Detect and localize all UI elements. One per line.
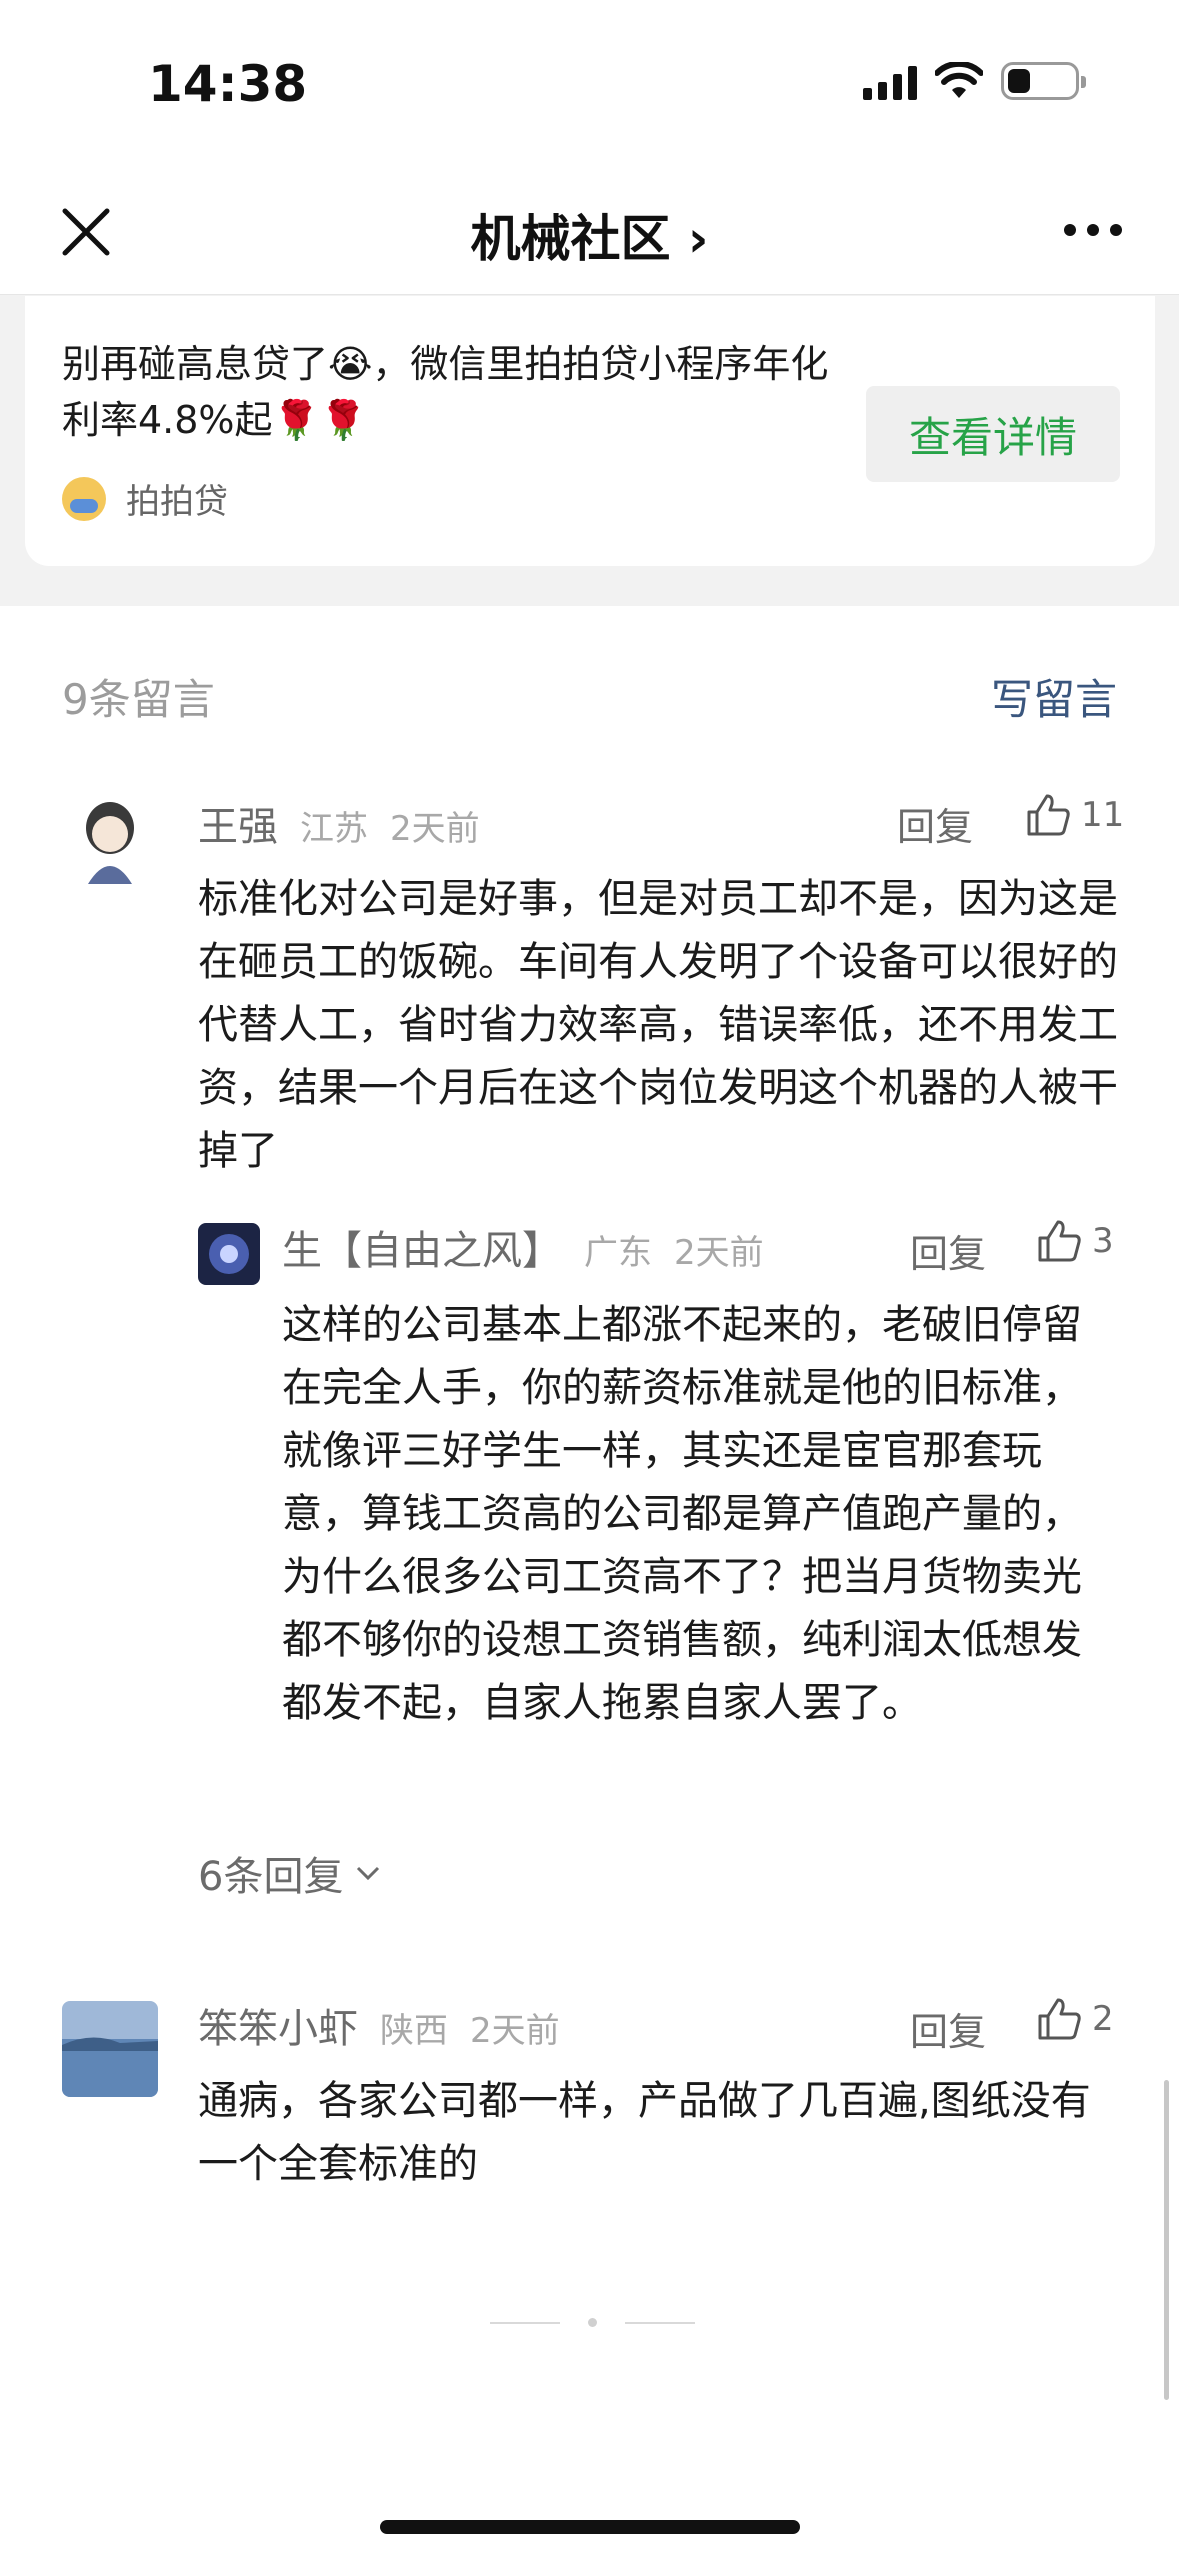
like-count: 11 xyxy=(1081,795,1125,835)
nav-bar: 机械社区 › xyxy=(0,175,1179,295)
wifi-icon xyxy=(935,62,983,98)
comment-author[interactable]: 笨笨小虾 xyxy=(198,1996,358,2054)
comment-text: 标准化对公司是好事，但是对员工却不是，因为这是在砸员工的饭碗。车间有人发明了个设… xyxy=(198,876,1118,1174)
write-comment-button[interactable]: 写留言 xyxy=(991,666,1117,727)
comment-location: 广东 xyxy=(584,1233,652,1273)
like-button[interactable]: 2 xyxy=(1036,1996,1114,2042)
ad-card[interactable]: 别再碰高息贷了😭，微信里拍拍贷小程序年化利率4.8%起🌹🌹 拍拍贷 查看详情 xyxy=(25,296,1155,566)
comment-time: 2天前 xyxy=(390,809,480,849)
comment-header: 王强 江苏 2天前 xyxy=(198,794,480,852)
comment-text: 通病，各家公司都一样，产品做了几百遍,图纸没有一个全套标准的 xyxy=(198,2078,1091,2187)
comment-author[interactable]: 王强 xyxy=(198,794,278,852)
cellular-signal-icon xyxy=(863,62,917,100)
scrollbar[interactable] xyxy=(1164,2080,1169,2400)
more-icon[interactable] xyxy=(1062,215,1124,245)
avatar[interactable] xyxy=(62,2001,158,2097)
comment-time: 2天前 xyxy=(674,1233,764,1273)
comments-section: 9条留言 写留言 王强 江苏 2天前 回复 11 标准化对公司是好事，但是对员工… xyxy=(0,606,1179,2556)
like-count: 2 xyxy=(1092,1999,1114,2039)
thumbs-up-icon xyxy=(1027,794,1070,836)
comment-header: 笨笨小虾 陕西 2天前 xyxy=(198,1996,560,2054)
reply-button[interactable]: 回复 xyxy=(910,2001,986,2056)
ad-source-name: 拍拍贷 xyxy=(126,482,228,522)
avatar-illustration-icon xyxy=(86,802,134,884)
like-button[interactable]: 11 xyxy=(1025,792,1124,838)
avatar-galaxy-icon xyxy=(209,1234,249,1274)
view-details-button[interactable]: 查看详情 xyxy=(866,386,1120,482)
like-button[interactable]: 3 xyxy=(1036,1218,1114,1264)
comment-header: 生【自由之风】 广东 2天前 xyxy=(282,1218,764,1276)
status-bar: 14:38 xyxy=(0,0,1179,175)
comment-author[interactable]: 生【自由之风】 xyxy=(282,1218,562,1276)
comments-count: 9条留言 xyxy=(62,675,215,724)
chevron-down-icon xyxy=(357,1866,380,1881)
reply-button[interactable]: 回复 xyxy=(897,796,973,851)
avatar-landscape-icon xyxy=(62,2001,158,2097)
thumbs-up-icon xyxy=(1038,1220,1081,1262)
ad-source: 拍拍贷 xyxy=(62,474,228,523)
home-indicator[interactable] xyxy=(380,2520,800,2534)
reply-button[interactable]: 回复 xyxy=(910,1223,986,1278)
more-replies-button[interactable]: 6条回复 xyxy=(198,1844,381,1902)
more-replies-label: 6条回复 xyxy=(198,1854,344,1900)
thumbs-up-icon xyxy=(1038,1998,1081,2040)
avatar[interactable] xyxy=(62,792,158,888)
money-bag-logo-icon xyxy=(62,476,106,521)
ad-text: 别再碰高息贷了😭，微信里拍拍贷小程序年化利率4.8%起🌹🌹 xyxy=(62,342,829,442)
comment-location: 陕西 xyxy=(380,2011,448,2051)
like-count: 3 xyxy=(1092,1221,1114,1261)
status-icons xyxy=(863,62,1086,100)
loading-indicator xyxy=(490,2318,695,2327)
comment-location: 江苏 xyxy=(300,809,368,849)
battery-icon xyxy=(1001,62,1086,100)
nav-title[interactable]: 机械社区 › xyxy=(0,199,1179,271)
comment-time: 2天前 xyxy=(470,2011,560,2051)
status-time: 14:38 xyxy=(148,55,308,113)
comment-text: 这样的公司基本上都涨不起来的，老破旧停留在完全人手，你的薪资标准就是他的旧标准，… xyxy=(282,1302,1082,1726)
avatar[interactable] xyxy=(198,1223,260,1285)
